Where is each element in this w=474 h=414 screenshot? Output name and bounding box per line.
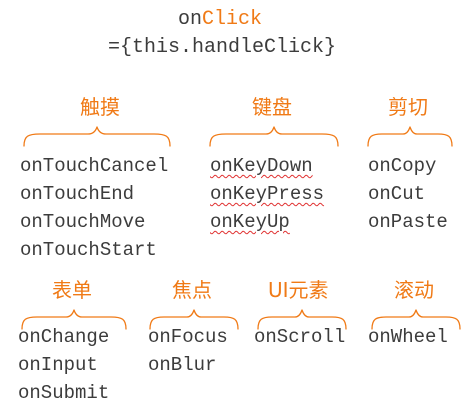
- group-heading-keyboard: 键盘: [252, 95, 292, 119]
- click-prop-accent: Click: [202, 8, 263, 31]
- group-heading-form: 表单: [52, 278, 92, 302]
- group-heading-touch: 触摸: [80, 95, 120, 119]
- group-list-touch: onTouchCancel onTouchEnd onTouchMove onT…: [20, 152, 168, 264]
- event-key-down: onKeyDown: [210, 152, 324, 180]
- group-brace-clipboard: [367, 126, 453, 147]
- group-heading-clipboard: 剪切: [388, 95, 428, 119]
- event-key-press: onKeyPress: [210, 180, 324, 208]
- event-cut: onCut: [368, 183, 426, 205]
- event-key-up-label: onKeyUp: [210, 211, 290, 233]
- event-touch-move: onTouchMove: [20, 211, 146, 233]
- event-paste: onPaste: [368, 211, 448, 233]
- event-key-down-label: onKeyDown: [210, 155, 313, 177]
- group-brace-touch: [23, 126, 171, 147]
- event-change: onChange: [18, 326, 110, 348]
- event-copy: onCopy: [368, 155, 437, 177]
- group-heading-focus: 焦点: [172, 278, 212, 302]
- group-list-keyboard: onKeyDown onKeyPress onKeyUp: [210, 152, 324, 236]
- event-touch-start: onTouchStart: [20, 239, 157, 261]
- group-list-form: onChange onInput onSubmit: [18, 323, 109, 407]
- event-scroll: onScroll: [254, 326, 346, 348]
- event-blur: onBlur: [148, 354, 217, 376]
- click-prop-title: onClick: [178, 10, 262, 30]
- click-prop-value: ={this.handleClick}: [108, 36, 337, 59]
- event-key-up: onKeyUp: [210, 208, 324, 236]
- event-input: onInput: [18, 354, 98, 376]
- group-heading-ui-element: UI元素: [268, 278, 329, 302]
- group-heading-wheel: 滚动: [394, 278, 434, 302]
- event-focus: onFocus: [148, 326, 228, 348]
- event-key-press-label: onKeyPress: [210, 183, 325, 205]
- group-list-ui-element: onScroll: [254, 323, 345, 351]
- click-prop-prefix: on: [178, 8, 203, 31]
- group-list-focus: onFocus onBlur: [148, 323, 228, 379]
- event-touch-cancel: onTouchCancel: [20, 155, 169, 177]
- group-brace-keyboard: [209, 126, 339, 147]
- event-wheel: onWheel: [368, 326, 448, 348]
- group-list-clipboard: onCopy onCut onPaste: [368, 152, 448, 236]
- event-submit: onSubmit: [18, 382, 110, 404]
- group-list-wheel: onWheel: [368, 323, 448, 351]
- event-touch-end: onTouchEnd: [20, 183, 135, 205]
